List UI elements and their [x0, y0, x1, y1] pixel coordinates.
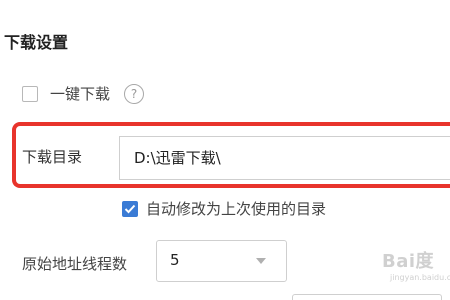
- auto-modify-row: 自动修改为上次使用的目录: [122, 198, 326, 219]
- thread-count-value: 5: [170, 251, 180, 269]
- checkmark-icon: [124, 204, 136, 213]
- auto-modify-checkbox[interactable]: [122, 200, 138, 217]
- thread-count-label: 原始地址线程数: [22, 255, 128, 273]
- one-click-download-label[interactable]: 一键下载: [50, 83, 110, 104]
- chevron-down-icon: [256, 258, 266, 264]
- watermark-sub: jingyan.baidu.com: [390, 273, 450, 282]
- baidu-watermark: Bai度 jingyan.baidu.com: [382, 247, 450, 287]
- one-click-download-row: 一键下载 ?: [22, 83, 145, 104]
- download-directory-input[interactable]: D:\迅雷下载\: [119, 136, 450, 180]
- next-field-box[interactable]: [292, 294, 442, 300]
- download-directory-label: 下载目录: [22, 148, 83, 166]
- auto-modify-label[interactable]: 自动修改为上次使用的目录: [146, 198, 326, 219]
- help-icon[interactable]: ?: [124, 83, 145, 104]
- thread-count-select[interactable]: 5: [156, 240, 287, 282]
- download-settings-panel: 下载设置 一键下载 ? 下载目录 D:\迅雷下载\ 自动修改为上次使用的目录 原…: [0, 0, 450, 300]
- section-title: 下载设置: [4, 33, 69, 52]
- one-click-download-checkbox[interactable]: [22, 85, 38, 102]
- watermark-main: Bai度: [382, 251, 435, 272]
